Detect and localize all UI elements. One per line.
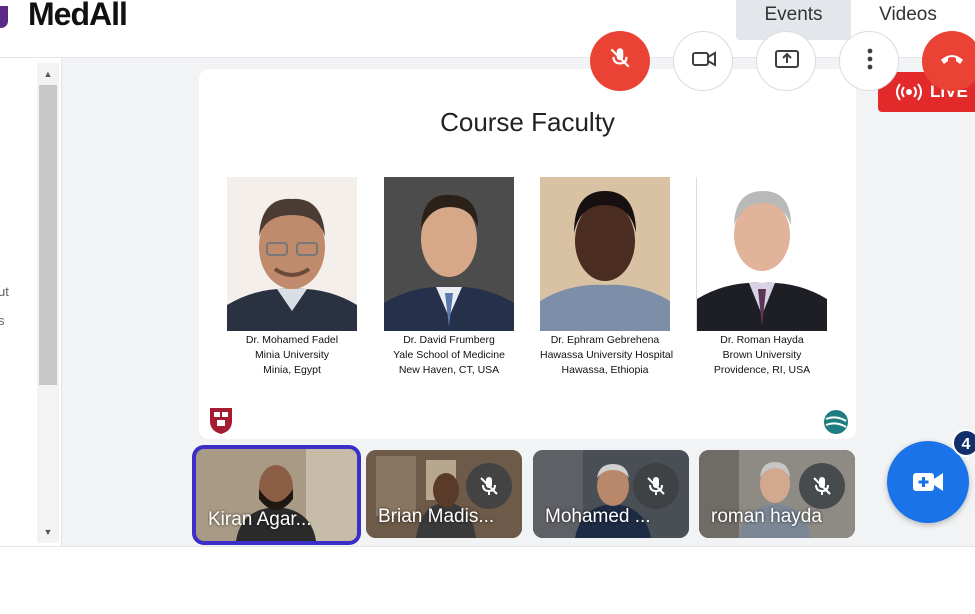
broadcast-icon bbox=[896, 83, 922, 101]
phone-hangup-icon bbox=[941, 55, 963, 64]
participant-tile[interactable]: Kiran Agar... bbox=[192, 445, 361, 545]
faculty-location: Minia, Egypt bbox=[263, 364, 321, 376]
faculty-name: Dr. David Frumberg bbox=[403, 334, 495, 346]
faculty-institution: Brown University bbox=[722, 349, 802, 361]
faculty-card: Dr. Mohamed Fadel Minia University Minia… bbox=[227, 177, 357, 378]
more-options-button[interactable] bbox=[839, 31, 899, 91]
participant-count-badge: 4 bbox=[952, 429, 975, 457]
app-logo[interactable]: MedAll bbox=[28, 0, 128, 33]
leave-call-button[interactable] bbox=[922, 31, 975, 91]
scroll-thumb[interactable] bbox=[39, 85, 57, 385]
harvard-shield-icon bbox=[210, 408, 232, 434]
control-bar bbox=[0, 546, 975, 614]
faculty-location: Hawassa, Ethiopia bbox=[561, 364, 649, 376]
participant-name: Brian Madis... bbox=[378, 506, 495, 527]
faculty-institution: Hawassa University Hospital bbox=[540, 349, 674, 361]
top-bar: MedAll Events Videos bbox=[0, 0, 975, 58]
more-vertical-icon bbox=[867, 48, 873, 70]
faculty-location: New Haven, CT, USA bbox=[398, 364, 500, 376]
faculty-portrait bbox=[540, 177, 670, 331]
faculty-portrait bbox=[227, 177, 357, 331]
share-screen-button[interactable] bbox=[756, 31, 816, 91]
participant-name: Mohamed ... bbox=[545, 506, 651, 527]
globe-logo-icon bbox=[824, 410, 848, 434]
mic-off-icon bbox=[647, 477, 665, 495]
left-panel-text: ut bbox=[0, 284, 9, 299]
left-panel-text: s bbox=[0, 313, 5, 328]
faculty-portrait bbox=[384, 177, 514, 331]
mic-off-icon bbox=[480, 477, 498, 495]
faculty-card: Dr. David Frumberg Yale School of Medici… bbox=[384, 177, 514, 378]
faculty-portrait bbox=[697, 177, 827, 331]
mic-off-icon bbox=[610, 48, 630, 68]
participant-name: Kiran Agar... bbox=[208, 509, 312, 530]
faculty-institution: Minia University bbox=[254, 349, 330, 361]
video-plus-icon bbox=[913, 473, 943, 491]
faculty-card: Dr. Ephram Gebrehena Hawassa University … bbox=[540, 177, 674, 378]
scroll-down-arrow-icon[interactable]: ▼ bbox=[37, 523, 59, 541]
participant-tile[interactable]: roman hayda bbox=[699, 450, 855, 538]
scrollbar[interactable]: ▲ ▼ bbox=[37, 63, 59, 543]
screen-share-icon bbox=[775, 50, 799, 68]
presentation-slide: Course Faculty Dr. Mohamed Fadel Minia U… bbox=[199, 69, 856, 439]
mic-off-icon bbox=[813, 477, 831, 495]
faculty-name: Dr. Roman Hayda bbox=[720, 334, 804, 346]
faculty-name: Dr. Ephram Gebrehena bbox=[550, 334, 660, 346]
camera-icon bbox=[692, 51, 716, 67]
participant-tile[interactable]: Brian Madis... bbox=[366, 450, 522, 538]
faculty-institution: Yale School of Medicine bbox=[393, 349, 505, 361]
muted-indicator bbox=[466, 463, 512, 509]
mute-microphone-button[interactable] bbox=[590, 31, 650, 91]
muted-indicator bbox=[633, 463, 679, 509]
participant-name: roman hayda bbox=[711, 506, 822, 527]
faculty-name: Dr. Mohamed Fadel bbox=[245, 334, 339, 346]
camera-button[interactable] bbox=[673, 31, 733, 91]
slide-title: Course Faculty bbox=[440, 107, 615, 137]
muted-indicator bbox=[799, 463, 845, 509]
scroll-up-arrow-icon[interactable]: ▲ bbox=[37, 65, 59, 83]
faculty-card: Dr. Roman Hayda Brown University Provide… bbox=[697, 177, 827, 378]
participant-tile[interactable]: Mohamed ... bbox=[533, 450, 689, 538]
faculty-location: Providence, RI, USA bbox=[713, 364, 811, 376]
medall-logo-icon bbox=[0, 6, 8, 28]
